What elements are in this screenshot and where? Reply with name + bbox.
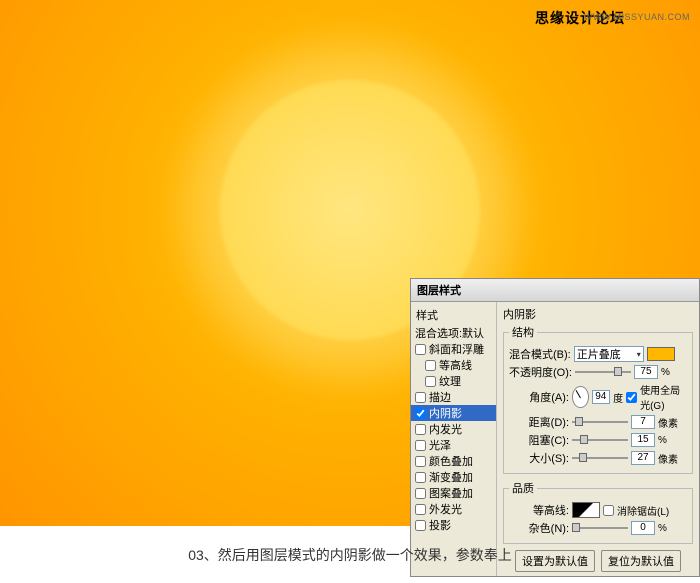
- blend-mode-label: 混合模式(B):: [509, 346, 571, 362]
- style-checkbox[interactable]: [415, 520, 426, 531]
- noise-unit: %: [658, 523, 667, 534]
- choke-slider[interactable]: [572, 434, 628, 446]
- size-unit: 像素: [658, 451, 678, 466]
- angle-value[interactable]: 94: [592, 390, 611, 404]
- antialias-checkbox[interactable]: [603, 505, 614, 516]
- style-item[interactable]: 斜面和浮雕: [411, 341, 496, 357]
- color-swatch[interactable]: [647, 347, 675, 361]
- style-checkbox[interactable]: [415, 440, 426, 451]
- contour-label: 等高线:: [509, 502, 569, 518]
- global-light-label: 使用全局光(G): [640, 382, 687, 412]
- style-item[interactable]: 渐变叠加: [411, 469, 496, 485]
- chevron-down-icon: ▾: [637, 350, 641, 359]
- style-checkbox[interactable]: [425, 376, 436, 387]
- settings-panel: 内阴影 结构 混合模式(B): 正片叠底▾ 不透明度(O): 75 %: [497, 302, 699, 576]
- noise-slider[interactable]: [572, 522, 628, 534]
- distance-unit: 像素: [658, 415, 678, 430]
- style-item-selected[interactable]: 内阴影: [411, 405, 496, 421]
- size-label: 大小(S):: [509, 450, 569, 466]
- style-item[interactable]: 纹理: [411, 373, 496, 389]
- angle-unit: 度: [613, 390, 623, 405]
- blend-options-row[interactable]: 混合选项:默认: [411, 325, 496, 341]
- caption-text: 03、然后用图层模式的内阴影做一个效果，参数奉上: [0, 545, 700, 565]
- blend-mode-dropdown[interactable]: 正片叠底▾: [574, 346, 644, 362]
- style-item[interactable]: 内发光: [411, 421, 496, 437]
- watermark-url: WWW.MISSYUAN.COM: [584, 12, 690, 22]
- style-item[interactable]: 等高线: [411, 357, 496, 373]
- style-item[interactable]: 图案叠加: [411, 485, 496, 501]
- style-checkbox[interactable]: [425, 360, 436, 371]
- size-slider[interactable]: [572, 452, 628, 464]
- styles-header: 样式: [411, 305, 496, 325]
- style-item[interactable]: 投影: [411, 517, 496, 533]
- structure-legend: 结构: [509, 324, 537, 340]
- opacity-label: 不透明度(O):: [509, 364, 572, 380]
- noise-value[interactable]: 0: [631, 521, 655, 535]
- style-checkbox[interactable]: [415, 424, 426, 435]
- choke-unit: %: [658, 435, 667, 446]
- style-checkbox[interactable]: [415, 408, 426, 419]
- structure-group: 结构 混合模式(B): 正片叠底▾ 不透明度(O): 75 % 角度(A):: [503, 324, 693, 474]
- style-checkbox[interactable]: [415, 344, 426, 355]
- style-checkbox[interactable]: [415, 456, 426, 467]
- opacity-slider[interactable]: [575, 366, 631, 378]
- contour-picker[interactable]: [572, 502, 600, 518]
- style-checkbox[interactable]: [415, 488, 426, 499]
- noise-label: 杂色(N):: [509, 520, 569, 536]
- style-checkbox[interactable]: [415, 392, 426, 403]
- style-checkbox[interactable]: [415, 472, 426, 483]
- quality-group: 品质 等高线: 消除锯齿(L) 杂色(N): 0 %: [503, 480, 693, 544]
- canvas-background: 思缘设计论坛 WWW.MISSYUAN.COM 图层样式 样式 混合选项:默认 …: [0, 0, 700, 526]
- size-value[interactable]: 27: [631, 451, 655, 465]
- distance-label: 距离(D):: [509, 414, 569, 430]
- layer-style-dialog: 图层样式 样式 混合选项:默认 斜面和浮雕 等高线 纹理 描边 内阴影 内发光 …: [410, 278, 700, 577]
- global-light-checkbox[interactable]: [626, 392, 637, 403]
- style-item[interactable]: 描边: [411, 389, 496, 405]
- opacity-value[interactable]: 75: [634, 365, 658, 379]
- angle-label: 角度(A):: [509, 389, 569, 405]
- angle-dial[interactable]: [572, 386, 589, 408]
- distance-value[interactable]: 7: [631, 415, 655, 429]
- choke-value[interactable]: 15: [631, 433, 655, 447]
- opacity-unit: %: [661, 367, 670, 378]
- distance-slider[interactable]: [572, 416, 628, 428]
- dialog-title: 图层样式: [411, 279, 699, 302]
- style-item[interactable]: 外发光: [411, 501, 496, 517]
- antialias-label: 消除锯齿(L): [617, 503, 669, 518]
- style-item[interactable]: 光泽: [411, 437, 496, 453]
- section-title: 内阴影: [503, 306, 693, 322]
- style-item[interactable]: 颜色叠加: [411, 453, 496, 469]
- styles-list: 样式 混合选项:默认 斜面和浮雕 等高线 纹理 描边 内阴影 内发光 光泽 颜色…: [411, 302, 497, 576]
- choke-label: 阻塞(C):: [509, 432, 569, 448]
- quality-legend: 品质: [509, 480, 537, 496]
- style-checkbox[interactable]: [415, 504, 426, 515]
